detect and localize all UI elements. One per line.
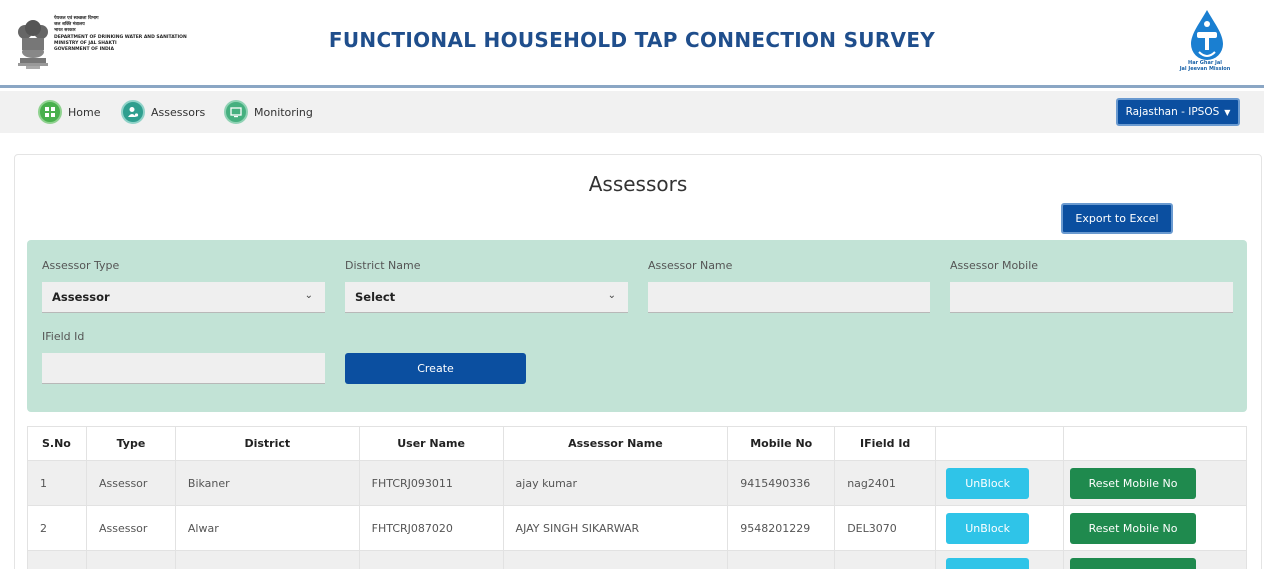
cell-type: Assessor [85, 550, 176, 569]
cell-sno: 2 [27, 505, 87, 551]
column-header: District [174, 426, 360, 461]
unblock-button[interactable]: UnBlock [946, 467, 1030, 499]
assessor-name-label: Assessor Name [648, 259, 733, 272]
region-dropdown-label: Rajasthan - IPSOS [1125, 106, 1220, 118]
cell-ifield: DEL3070 [834, 505, 937, 551]
nav-item-monitoring[interactable]: Monitoring [224, 99, 313, 125]
table-row: 3 Assessor Dausa FHTCRJ097042 AJAY SINGH… [27, 550, 1247, 569]
column-header [935, 426, 1065, 461]
district-label: District Name [345, 259, 421, 272]
cell-sno: 1 [27, 460, 87, 506]
unblock-button[interactable]: UnBlock [946, 557, 1030, 569]
cell-ifield: nag2401 [834, 460, 937, 506]
mission-line: Jal Jeevan Mission [1179, 66, 1231, 72]
cell-sno: 3 [27, 550, 87, 569]
create-button[interactable]: Create [345, 353, 526, 384]
region-dropdown[interactable]: Rajasthan - IPSOS ▼ [1116, 98, 1240, 126]
cell-assessor-name: AJAY SINGH SIKARWAR [502, 550, 729, 569]
cell-district: Alwar [174, 505, 360, 551]
cell-reset: Reset Mobile No [1063, 505, 1247, 551]
unblock-button[interactable]: UnBlock [946, 512, 1030, 544]
nav-label: Monitoring [254, 105, 313, 119]
ifield-input[interactable] [42, 353, 325, 384]
nav-item-home[interactable]: Home [38, 99, 100, 125]
table-header-row: S.No Type District User Name Assessor Na… [27, 426, 1247, 461]
column-header: S.No [27, 426, 87, 461]
cell-unblock: UnBlock [935, 460, 1065, 506]
assessor-icon [121, 100, 145, 124]
cell-assessor-name: AJAY SINGH SIKARWAR [502, 505, 729, 551]
cell-username: FHTCRJ087020 [358, 505, 504, 551]
assessors-table: S.No Type District User Name Assessor Na… [27, 426, 1247, 569]
chevron-down-icon: ⌄ [304, 290, 313, 301]
assessor-type-value: Assessor [52, 290, 110, 304]
cell-ifield: DEL3070 [834, 550, 937, 569]
column-header [1063, 426, 1247, 461]
ifield-label: IField Id [42, 330, 85, 343]
assessor-name-input[interactable] [648, 282, 930, 313]
district-select[interactable]: Select ⌄ [345, 282, 628, 313]
column-header: Mobile No [727, 426, 836, 461]
cell-district: Bikaner [174, 460, 360, 506]
cell-mobile: 9548201229 [727, 505, 836, 551]
cell-reset: Reset Mobile No [1063, 550, 1247, 569]
nav-label: Assessors [151, 105, 206, 119]
reset-mobile-button[interactable]: Reset Mobile No [1070, 467, 1197, 499]
assessor-type-label: Assessor Type [42, 259, 120, 272]
page-header-title: FUNCTIONAL HOUSEHOLD TAP CONNECTION SURV… [328, 28, 936, 52]
cell-unblock: UnBlock [935, 550, 1065, 569]
home-icon [38, 100, 62, 124]
nav-item-assessors[interactable]: Assessors [121, 99, 205, 125]
assessor-type-select[interactable]: Assessor ⌄ [42, 282, 325, 313]
chevron-down-icon: ⌄ [607, 290, 616, 301]
district-value: Select [355, 290, 396, 304]
table-row: 2 Assessor Alwar FHTCRJ087020 AJAY SINGH… [27, 505, 1247, 551]
monitoring-icon [224, 100, 248, 124]
cell-district: Dausa [174, 550, 360, 569]
cell-username: FHTCRJ097042 [358, 550, 504, 569]
cell-mobile: 9415490336 [727, 460, 836, 506]
top-nav: Home Assessors Monitoring [0, 91, 1264, 133]
cell-mobile: 9548201229 [727, 550, 836, 569]
table-row: 1 Assessor Bikaner FHTCRJ093011 ajay kum… [27, 460, 1247, 506]
cell-username: FHTCRJ093011 [358, 460, 504, 506]
cell-assessor-name: ajay kumar [502, 460, 729, 506]
nav-label: Home [68, 105, 101, 119]
reset-mobile-button[interactable]: Reset Mobile No [1070, 557, 1197, 569]
page-title: Assessors [588, 172, 688, 196]
cell-unblock: UnBlock [935, 505, 1065, 551]
caret-down-icon: ▼ [1224, 107, 1231, 117]
reset-mobile-button[interactable]: Reset Mobile No [1070, 512, 1197, 544]
mission-text: Har Ghar Jal Jal Jeevan Mission [1150, 60, 1260, 72]
assessor-mobile-input[interactable] [950, 282, 1233, 313]
export-excel-button[interactable]: Export to Excel [1061, 203, 1173, 234]
column-header: Assessor Name [502, 426, 729, 461]
cell-type: Assessor [85, 505, 176, 551]
site-header: पेयजल एवं स्वच्छता विभाग जल शक्ति मंत्रा… [0, 0, 1264, 88]
filter-panel [27, 240, 1247, 412]
column-header: IField Id [834, 426, 937, 461]
cell-type: Assessor [85, 460, 176, 506]
assessor-mobile-label: Assessor Mobile [950, 259, 1039, 272]
column-header: User Name [358, 426, 504, 461]
cell-reset: Reset Mobile No [1063, 460, 1247, 506]
column-header: Type [85, 426, 176, 461]
